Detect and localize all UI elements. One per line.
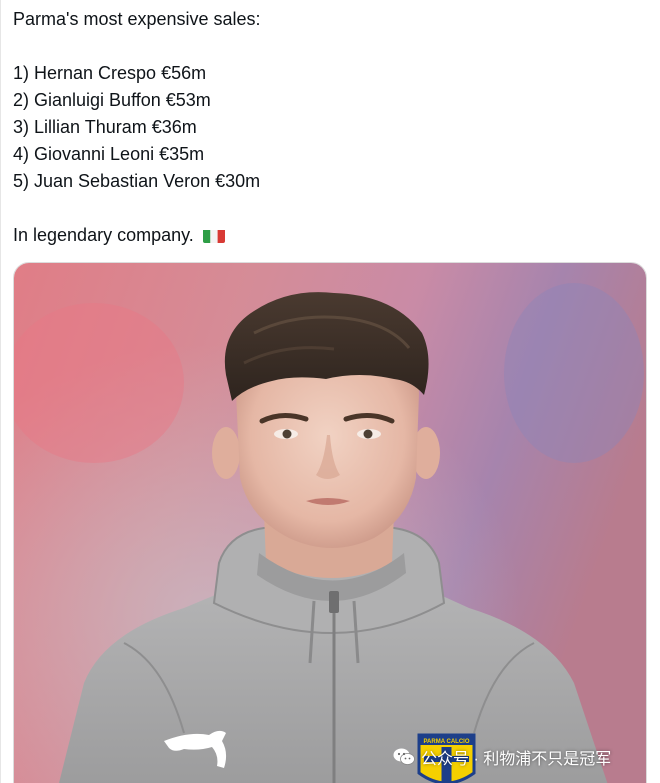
watermark-text: 公众号 · 利物浦不只是冠军 <box>421 751 612 768</box>
sale-item-3: 3) Lillian Thuram €36m <box>13 117 197 137</box>
closing-line: In legendary company. <box>13 222 648 249</box>
sale-item-2: 2) Gianluigi Buffon €53m <box>13 90 211 110</box>
closing-text: In legendary company. <box>13 225 194 245</box>
watermark: 公众号 · 利物浦不只是冠军 <box>393 740 611 774</box>
sale-item-5: 5) Juan Sebastian Veron €30m <box>13 171 261 191</box>
sale-item-4: 4) Giovanni Leoni €35m <box>13 144 205 164</box>
wechat-icon <box>393 747 415 767</box>
post-heading: Parma's most expensive sales: <box>13 9 261 29</box>
post-card: Parma's most expensive sales: 1) Hernan … <box>0 0 660 783</box>
player-portrait: PARMA CALCIO <box>14 263 646 783</box>
italy-flag-icon <box>202 227 225 243</box>
post-media-image[interactable]: PARMA CALCIO <box>13 262 647 783</box>
sale-item-1: 1) Hernan Crespo €56m <box>13 63 207 83</box>
post-text: Parma's most expensive sales: 1) Hernan … <box>13 6 648 249</box>
